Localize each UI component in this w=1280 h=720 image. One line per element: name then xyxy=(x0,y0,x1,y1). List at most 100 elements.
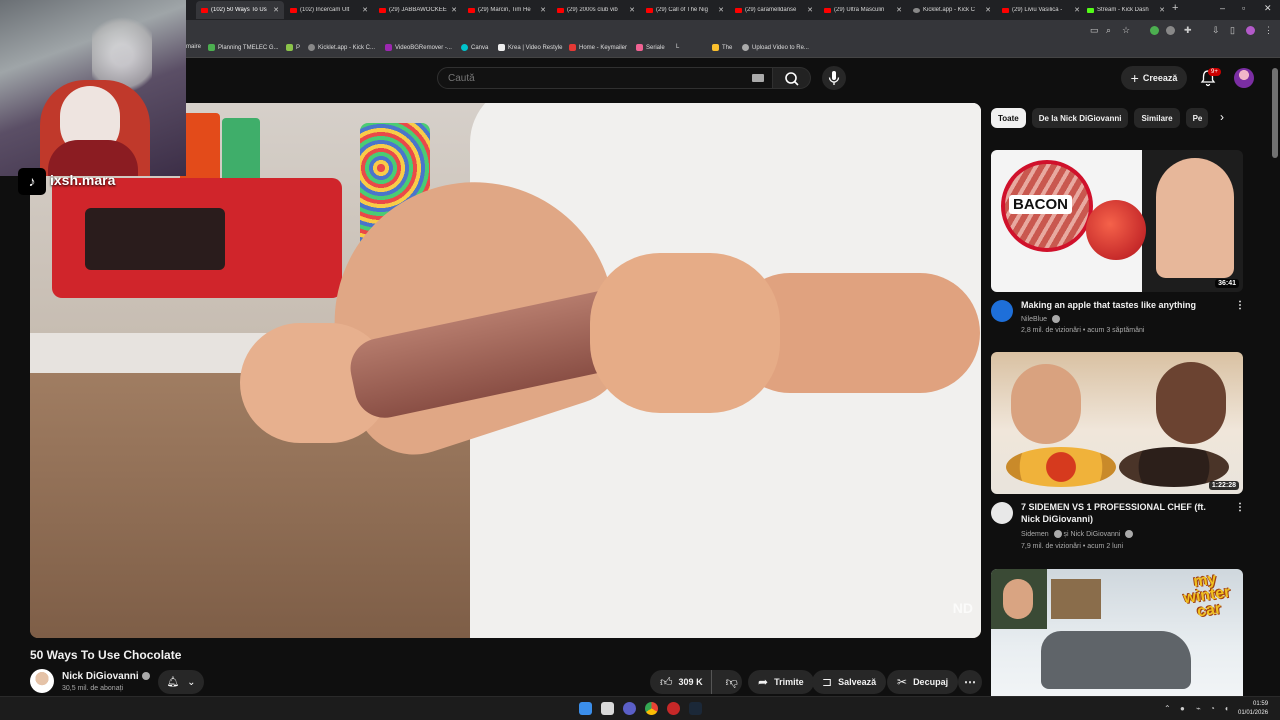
voice-search-button[interactable] xyxy=(822,66,846,90)
profile-icon[interactable] xyxy=(1246,26,1255,35)
close-tab-icon[interactable]: ✕ xyxy=(451,6,457,14)
network-icon[interactable]: ⌁ xyxy=(1196,704,1201,713)
bookmark-item[interactable]: Upload Video to Re... xyxy=(742,44,809,51)
steam-icon[interactable] xyxy=(689,702,702,715)
new-tab-button[interactable]: + xyxy=(1172,2,1178,14)
subscription-notifications-button[interactable]: 🔔︎ ⌄ xyxy=(158,670,204,694)
close-tab-icon[interactable]: ✕ xyxy=(896,6,902,14)
browser-tab[interactable]: Kicklet.app - Kick C ✕ xyxy=(908,1,996,19)
save-button[interactable]: ⊐ Salvează xyxy=(812,670,887,694)
teams-icon[interactable] xyxy=(623,702,636,715)
close-tab-icon[interactable]: ✕ xyxy=(1074,6,1080,14)
browser-tab[interactable]: (29) caramelldanse ✕ xyxy=(730,1,818,19)
video-thumbnail[interactable]: 1:22:28 xyxy=(991,352,1243,494)
search-input[interactable] xyxy=(438,68,772,88)
tray-chevron-icon[interactable]: ⌃ xyxy=(1164,704,1171,713)
scrollbar-thumb[interactable] xyxy=(1272,68,1278,158)
browser-menu-icon[interactable]: ⋮ xyxy=(1264,25,1273,36)
extension-icon[interactable] xyxy=(1150,26,1159,35)
channel-avatar[interactable] xyxy=(991,502,1013,524)
windows-start-icon[interactable] xyxy=(579,702,592,715)
recommended-video-title[interactable]: Making an apple that tastes like anythin… xyxy=(1021,299,1221,311)
app-icon[interactable] xyxy=(667,702,680,715)
browser-tab[interactable]: (29) JABBAWOCKEE ✕ xyxy=(374,1,462,19)
video-thumbnail[interactable]: BACON 36:41 xyxy=(991,150,1243,292)
recommended-video[interactable]: my winter car xyxy=(991,569,1243,696)
extension-icon[interactable] xyxy=(1166,26,1175,35)
more-actions-button[interactable]: ⋯ xyxy=(958,670,982,694)
volume-icon[interactable]: ◖ xyxy=(1224,704,1229,713)
like-button[interactable]: 👍︎ 309 K xyxy=(650,670,712,694)
recommended-video[interactable]: BACON 36:41 Making an apple that tastes … xyxy=(991,150,1245,334)
chip-all[interactable]: Toate xyxy=(991,108,1026,128)
browser-tab[interactable]: (29) Marcin, Tim He ✕ xyxy=(463,1,551,19)
maximize-icon[interactable]: ▫ xyxy=(1242,3,1245,13)
bookmark-item[interactable]: Krea | Video Restyle xyxy=(498,44,562,51)
bookmark-item[interactable]: VideoBGRemover -... xyxy=(385,44,452,51)
close-tab-icon[interactable]: ✕ xyxy=(362,6,368,14)
recommended-channel-name[interactable]: Sidemen și Nick DiGiovanni xyxy=(1021,530,1134,538)
chevron-right-icon[interactable]: › xyxy=(1220,110,1224,124)
close-tab-icon[interactable]: ✕ xyxy=(985,6,991,14)
account-avatar[interactable] xyxy=(1234,68,1254,88)
browser-tab[interactable]: (102) 50 Ways To Us ✕ xyxy=(196,1,284,19)
bookmark-item[interactable]: Kicklet.app - Kick C... xyxy=(308,44,375,51)
recommended-video[interactable]: 1:22:28 7 SIDEMEN VS 1 PROFESSIONAL CHEF… xyxy=(991,352,1245,550)
channel-avatar[interactable] xyxy=(991,300,1013,322)
download-icon[interactable]: ⇩ xyxy=(1212,25,1220,36)
minimize-icon[interactable]: – xyxy=(1220,3,1225,13)
thumbnail-person xyxy=(1011,364,1081,444)
close-tab-icon[interactable]: ✕ xyxy=(629,6,635,14)
bookmark-item[interactable]: Planning TMELEC G... xyxy=(208,44,279,51)
chrome-icon[interactable] xyxy=(645,702,658,715)
browser-tab[interactable]: (102) Încercăm Ult ✕ xyxy=(285,1,373,19)
close-tab-icon[interactable]: ✕ xyxy=(540,6,546,14)
close-tab-icon[interactable]: ✕ xyxy=(1159,6,1165,14)
cast-icon[interactable]: ▭ xyxy=(1090,25,1099,36)
video-thumbnail[interactable]: my winter car xyxy=(991,569,1243,696)
bookmark-item[interactable]: Seriale xyxy=(636,44,665,51)
task-view-icon[interactable] xyxy=(601,702,614,715)
browser-tab[interactable]: (29) Ultra Masculin ✕ xyxy=(819,1,907,19)
close-tab-icon[interactable]: ✕ xyxy=(718,6,724,14)
bookmark-item[interactable]: The xyxy=(712,44,732,51)
channel-name[interactable]: Nick DiGiovanni xyxy=(62,671,150,682)
kicklet-icon xyxy=(913,7,920,13)
wifi-icon[interactable]: ◔ xyxy=(1210,704,1215,713)
browser-tab[interactable]: (29) 2000s club vib ✕ xyxy=(552,1,640,19)
bookmark-item[interactable]: P xyxy=(286,44,300,51)
related-filter-chips: Toate De la Nick DiGiovanni Similare Pe xyxy=(991,108,1208,128)
bookmark-item[interactable]: Canva xyxy=(461,44,488,51)
close-tab-icon[interactable]: ✕ xyxy=(807,6,813,14)
video-player[interactable]: ND xyxy=(30,103,981,638)
sidebar-icon[interactable]: ▯ xyxy=(1230,25,1235,36)
page-scrollbar[interactable] xyxy=(1270,60,1280,696)
extensions-puzzle-icon[interactable]: ✚ xyxy=(1184,25,1192,36)
tray-app-icon[interactable]: ● xyxy=(1180,704,1185,713)
bookmark-star-icon[interactable]: ☆ xyxy=(1122,25,1130,36)
more-vertical-icon[interactable]: ⋮ xyxy=(1235,300,1245,311)
browser-tab[interactable]: (29) Liviu Vasilica - ✕ xyxy=(997,1,1085,19)
search-button[interactable] xyxy=(773,67,811,89)
recommended-video-title[interactable]: 7 SIDEMEN VS 1 PROFESSIONAL CHEF (ft. Ni… xyxy=(1021,501,1221,525)
share-button[interactable]: ➦ Trimite xyxy=(748,670,814,694)
browser-tab[interactable]: (29) Call of The Nig ✕ xyxy=(641,1,729,19)
dislike-button[interactable]: 👎︎ xyxy=(718,670,746,694)
keyboard-icon[interactable] xyxy=(752,74,764,82)
chip-from-channel[interactable]: De la Nick DiGiovanni xyxy=(1031,108,1129,128)
recommended-channel-name[interactable]: NileBlue xyxy=(1021,315,1061,323)
close-window-icon[interactable]: ✕ xyxy=(1264,3,1272,14)
close-tab-icon[interactable]: ✕ xyxy=(273,6,279,14)
browser-tab[interactable]: Stream - Kick Dash ✕ xyxy=(1082,1,1170,19)
bookmark-item[interactable]: maire xyxy=(186,44,201,50)
system-clock[interactable]: 01:59 01/01/2026 xyxy=(1238,700,1268,718)
bookmark-item[interactable]: Home - Keymailer xyxy=(569,44,627,51)
more-vertical-icon[interactable]: ⋮ xyxy=(1235,502,1245,513)
clip-button[interactable]: ✂ Decupaj xyxy=(887,670,959,694)
zoom-icon[interactable]: ⌕ xyxy=(1106,25,1111,36)
create-button[interactable]: + Creează xyxy=(1121,66,1187,90)
chip-related[interactable]: Similare xyxy=(1134,108,1180,128)
chip-partial[interactable]: Pe xyxy=(1185,108,1208,128)
bookmark-item[interactable]: L xyxy=(676,44,679,50)
channel-avatar[interactable] xyxy=(30,669,54,693)
